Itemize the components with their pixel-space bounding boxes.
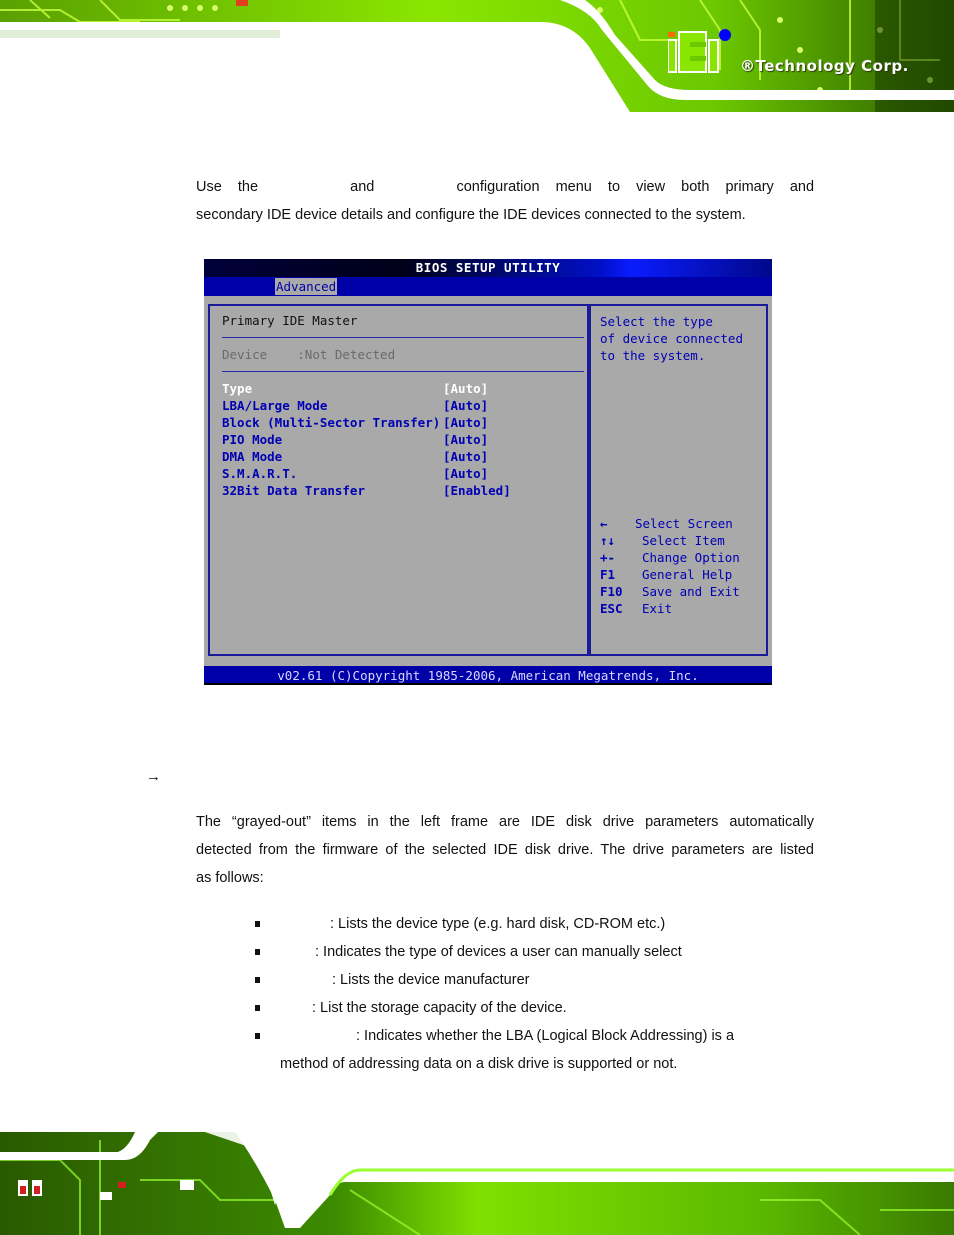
bios-menubar: Advanced: [204, 277, 772, 296]
parameter-list: : Lists the device type (e.g. hard disk,…: [255, 910, 815, 1050]
list-item-text: : Lists the device manufacturer: [332, 972, 530, 988]
word: configuration: [456, 179, 540, 195]
key-desc-exit: Exit: [642, 601, 673, 616]
key-desc-save-exit: Save and Exit: [642, 584, 740, 599]
list-item: : Lists the device type (e.g. hard disk,…: [255, 910, 815, 938]
list-item-text: : Lists the device type (e.g. hard disk,…: [330, 916, 666, 932]
list-item: : List the storage capacity of the devic…: [255, 994, 815, 1022]
paragraph-line: detected from the firmware of the select…: [196, 842, 814, 858]
word: Use: [196, 179, 222, 195]
bullet-square-icon: [255, 1005, 260, 1011]
list-item-continuation: method of addressing data on a disk driv…: [280, 1056, 678, 1072]
pcb-footer-graphic: [0, 1120, 954, 1235]
bullet-square-icon: [255, 1033, 260, 1039]
bios-tab-advanced[interactable]: Advanced: [275, 278, 338, 295]
word: and: [789, 179, 815, 195]
intro-line-2: secondary IDE device details and configu…: [196, 207, 746, 223]
list-item-text: : List the storage capacity of the devic…: [312, 1000, 567, 1016]
bios-value-pio-mode[interactable]: [Auto]: [443, 431, 488, 448]
divider: [222, 337, 584, 338]
company-logo: ®Technology Corp.: [668, 28, 938, 78]
f1-key: F1: [600, 567, 616, 582]
bullet-square-icon: [255, 921, 260, 927]
word: both: [681, 179, 710, 195]
key-desc-general-help: General Help: [642, 567, 733, 582]
bios-value-smart[interactable]: [Auto]: [443, 465, 488, 482]
divider: [222, 371, 584, 372]
section-paragraph: The “grayed-out” items in the left frame…: [196, 808, 814, 892]
bullet-square-icon: [255, 949, 260, 955]
word: to: [607, 179, 621, 195]
arrow-right-icon: →: [146, 768, 161, 785]
left-arrow-key-icon: ←: [600, 516, 608, 531]
bios-item-32bit-transfer[interactable]: 32Bit Data Transfer: [222, 482, 365, 499]
bios-value-dma-mode[interactable]: [Auto]: [443, 448, 488, 465]
bios-value-type[interactable]: [Auto]: [443, 380, 488, 397]
iei-logo-icon: [668, 29, 731, 73]
list-item-text: : Indicates whether the LBA (Logical Blo…: [356, 1028, 735, 1044]
brand-text: ®Technology Corp.: [740, 57, 909, 75]
list-item: : Indicates the type of devices a user c…: [255, 938, 815, 966]
word: view: [636, 179, 666, 195]
bios-value-32bit-transfer[interactable]: [Enabled]: [443, 482, 511, 499]
word: menu: [555, 179, 592, 195]
bios-item-smart[interactable]: S.M.A.R.T.: [222, 465, 297, 482]
intro-paragraph: Use the and configuration menu to view b…: [196, 173, 814, 229]
bios-item-type[interactable]: Type: [222, 380, 252, 397]
list-item: : Indicates whether the LBA (Logical Blo…: [255, 1022, 815, 1050]
bios-item-block-transfer[interactable]: Block (Multi-Sector Transfer): [222, 414, 440, 431]
help-text-line: to the system.: [600, 348, 706, 363]
paragraph-line: The “grayed-out” items in the left frame…: [196, 814, 814, 830]
bios-device-row: Device :Not Detected: [222, 347, 395, 362]
word: the: [237, 179, 259, 195]
key-desc-select-item: Select Item: [642, 533, 725, 548]
device-value: :Not Detected: [297, 347, 396, 362]
bios-value-lba-large-mode[interactable]: [Auto]: [443, 397, 488, 414]
paragraph-line: as follows:: [196, 870, 264, 886]
list-item-text: : Indicates the type of devices a user c…: [315, 944, 682, 960]
bios-item-lba-large-mode[interactable]: LBA/Large Mode: [222, 397, 327, 414]
key-desc-change-option: Change Option: [642, 550, 740, 565]
help-text-line: of device connected: [600, 331, 743, 346]
up-down-arrow-key-icon: ↑↓: [600, 533, 616, 548]
f10-key: F10: [600, 584, 623, 599]
page-footer-banner: [0, 1120, 954, 1235]
help-text-line: Select the type: [600, 314, 713, 329]
word: and: [350, 179, 375, 195]
bios-section-title: Primary IDE Master: [222, 313, 358, 328]
device-label: Device: [222, 347, 268, 362]
word: primary: [725, 179, 774, 195]
key-desc-select-screen: Select Screen: [635, 516, 733, 531]
page-header-banner: ®Technology Corp.: [0, 0, 954, 112]
bios-value-block-transfer[interactable]: [Auto]: [443, 414, 488, 431]
bios-settings-panel: Primary IDE Master Device :Not Detected …: [208, 304, 589, 656]
bios-help-panel: Select the type of device connected to t…: [589, 304, 768, 656]
esc-key: ESC: [600, 601, 623, 616]
bios-item-dma-mode[interactable]: DMA Mode: [222, 448, 282, 465]
bios-title: BIOS SETUP UTILITY: [204, 259, 772, 277]
bios-setup-screenshot: BIOS SETUP UTILITY Advanced Primary IDE …: [204, 259, 772, 685]
intro-line-1: Use the and configuration menu to view b…: [196, 173, 814, 201]
bullet-square-icon: [255, 977, 260, 983]
plus-minus-key: +-: [600, 550, 616, 565]
bios-copyright-footer: v02.61 (C)Copyright 1985-2006, American …: [204, 666, 772, 685]
list-item: : Lists the device manufacturer: [255, 966, 815, 994]
bios-item-pio-mode[interactable]: PIO Mode: [222, 431, 282, 448]
